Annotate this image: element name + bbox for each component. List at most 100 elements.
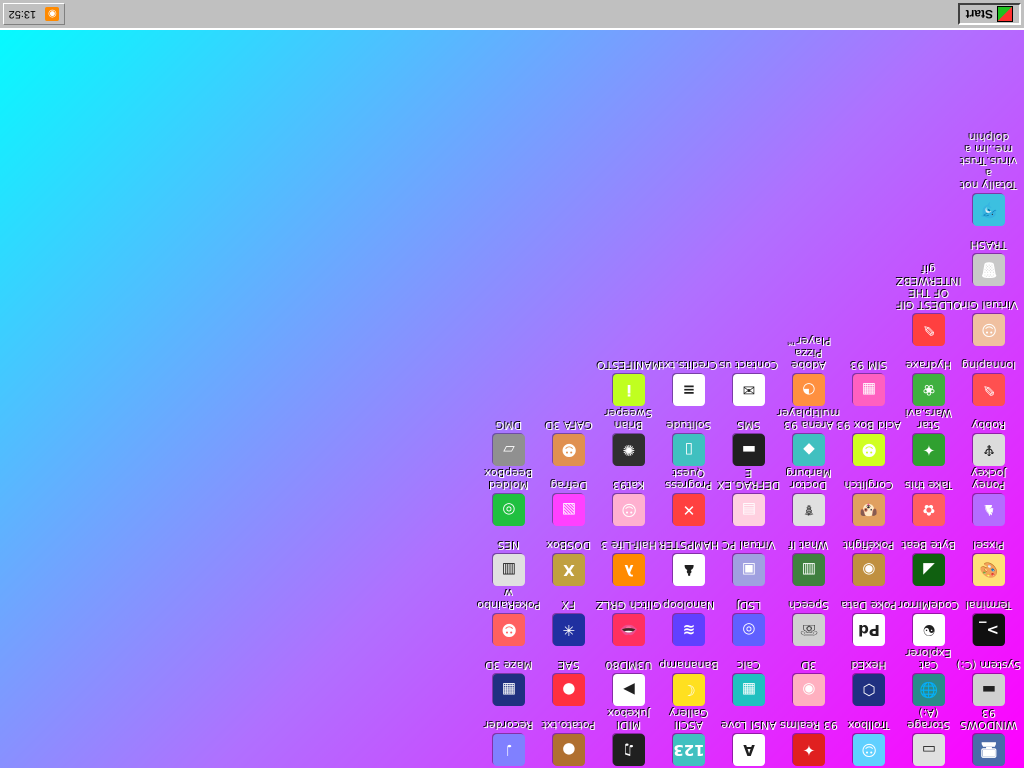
desktop-icon[interactable]: ▭ Storage (A:) <box>896 707 962 766</box>
app-icon: ▥ <box>793 554 825 586</box>
desktop-icon[interactable]: A ANSI Love <box>716 719 782 766</box>
desktop-icon[interactable]: ▧ Defrag <box>536 479 602 526</box>
app-icon: ☾ <box>673 674 705 706</box>
desktop-icon-label: Calc <box>737 659 761 672</box>
desktop-icon-label: HexEd <box>851 659 887 672</box>
desktop-icon[interactable]: ▥ NES <box>476 539 542 586</box>
desktop-icon[interactable]: ▬ System (C:) <box>956 659 1022 706</box>
desktop-icon[interactable]: ▥ What If <box>776 539 842 586</box>
app-icon: ▬ <box>973 674 1005 706</box>
desktop-icon[interactable]: ♆ Robby <box>956 419 1022 466</box>
desktop-icon[interactable]: ▤ DEFRAG.EXE <box>716 467 782 526</box>
app-icon: 🎨 <box>973 554 1005 586</box>
desktop-icon-label: Corglitch <box>844 479 894 492</box>
app-icon: ☻ <box>553 434 585 466</box>
desktop-icon[interactable]: 🖥 WINDOWS 93 <box>956 707 1022 766</box>
desktop-icon[interactable]: ● SAE <box>536 659 602 706</box>
desktop-icon-label: Kat93 <box>612 479 646 492</box>
app-icon: Pd <box>853 614 885 646</box>
app-icon: ✿ <box>913 494 945 526</box>
desktop-icon[interactable]: ✎ lonnaping <box>956 359 1022 406</box>
desktop-icon[interactable]: ◢ Byte Beat <box>896 539 962 586</box>
desktop-icon-label: Byte Beat <box>902 539 957 552</box>
desktop-icon[interactable]: ☻ Acid Box 93 <box>836 419 902 466</box>
app-icon: ▱ <box>493 434 525 466</box>
desktop-icon[interactable]: ✿ Take this <box>896 479 962 526</box>
desktop-icon[interactable]: ☺ Trollbox <box>836 719 902 766</box>
desktop-icon-label: Arena 93 multiplayer <box>777 407 841 432</box>
desktop-icon[interactable]: λ Half-Life 3 <box>596 539 662 586</box>
desktop-icon[interactable]: ♞ Poney Jockey <box>956 467 1022 526</box>
desktop-icon[interactable]: 🗑 TRASH <box>956 239 1022 286</box>
desktop-icon-label: DOSBox <box>546 539 592 552</box>
desktop-icon[interactable]: ✺ Brian Sweeper <box>596 407 662 466</box>
desktop-icon[interactable]: ◉ 3D <box>776 659 842 706</box>
desktop-icon[interactable]: ☯ CodeMirror <box>896 599 962 646</box>
desktop-icon-label: Cat Explorer <box>906 647 952 672</box>
desktop-icon[interactable]: ☾ Bananamp <box>656 659 722 706</box>
desktop-icon[interactable]: ◔ Adobe Pizza Player™ <box>776 335 842 406</box>
app-icon: ✺ <box>613 434 645 466</box>
desktop-icon[interactable]: ▯ Solitude <box>656 419 722 466</box>
desktop-icon[interactable]: ⬡ HexEd <box>836 659 902 706</box>
desktop-icon[interactable]: ▦ SIM 93 <box>836 359 902 406</box>
desktop-icon[interactable]: 🐬 Totally not a virus.Trust me..im a dolp… <box>956 131 1022 226</box>
desktop-icon[interactable]: ♫ MIDI Jukebox <box>596 707 662 766</box>
desktop-icon-label: Terminal <box>965 599 1013 612</box>
desktop-icon[interactable]: 🎨 Pixsel <box>956 539 1022 586</box>
desktop-icon[interactable]: ▬ SMS <box>716 419 782 466</box>
desktop-icon[interactable]: ☺ Virtual Girl <box>956 299 1022 346</box>
desktop-icon[interactable]: X DOSBox <box>536 539 602 586</box>
desktop-icon[interactable]: >_ Terminal <box>956 599 1022 646</box>
desktop-icon-label: Solitude <box>666 419 712 432</box>
desktop-icon[interactable]: ◎ Molded BeepBox <box>476 467 542 526</box>
desktop-icon[interactable]: ≡ Credits.txt <box>656 359 722 406</box>
desktop-icon[interactable]: ☺ Kat93 <box>596 479 662 526</box>
desktop-icon-label: Credits.txt <box>660 359 718 372</box>
desktop-icon[interactable]: ● Potato.txt <box>536 719 602 766</box>
desktop-icon-label: Nanoloop <box>662 599 716 612</box>
desktop-icon[interactable]: ♩ Recorder <box>476 719 542 766</box>
desktop-icon[interactable]: ≋ Nanoloop <box>656 599 722 646</box>
desktop-icon[interactable]: i MANIFESTO <box>596 359 662 406</box>
desktop-icon[interactable]: ▶ U3MD80 <box>596 659 662 706</box>
desktop-icon[interactable]: ✦ 93 Realms <box>776 719 842 766</box>
desktop-icon[interactable]: ☏ Speech <box>776 599 842 646</box>
desktop-icon[interactable]: ❀ Hydraxe <box>896 359 962 406</box>
desktop-icon[interactable]: 👄 Glitch GRLZ <box>596 599 662 646</box>
desktop-icon[interactable]: ✦ Star Wars.avi <box>896 407 962 466</box>
desktop-icon[interactable]: 123 ASCII Gallery <box>656 707 722 766</box>
desktop-icon[interactable]: ▦ Maze 3D <box>476 659 542 706</box>
start-button[interactable]: Start <box>957 3 1021 25</box>
desktop-icon[interactable]: ♟ HAMPSTER <box>656 539 722 586</box>
desktop-icon-label: U3MD80 <box>605 659 653 672</box>
desktop-icon-label: Virtual PC <box>722 539 776 552</box>
app-icon: ✎ <box>973 374 1005 406</box>
desktop-icon-label: Star Wars.avi <box>905 407 953 432</box>
desktop-icon[interactable]: 🌐 Cat Explorer <box>896 647 962 706</box>
desktop-icon-label: ANSI Love <box>721 719 777 732</box>
system-tray: ◉ 13:52 <box>3 3 65 25</box>
desktop-icon[interactable]: ✳ FX <box>536 599 602 646</box>
desktop-icon-label: TRASH <box>970 239 1008 252</box>
app-icon: ▤ <box>733 494 765 526</box>
desktop-icon[interactable]: ☤ Doctor Marburg <box>776 467 842 526</box>
desktop-icon[interactable]: 🐶 Corglitch <box>836 479 902 526</box>
app-icon: ▦ <box>853 374 885 406</box>
desktop-icon-label: Acid Box 93 <box>836 419 902 432</box>
desktop-icon[interactable]: ✕ Progress Quest <box>656 467 722 526</box>
desktop-icon[interactable]: ☻ GAFA 3D <box>536 419 602 466</box>
desktop: 🖥 WINDOWS 93 ▬ System (C:) >_ Terminal 🎨 Pixsel… <box>0 30 1024 768</box>
desktop-icon[interactable]: Pd Poke Data <box>836 599 902 646</box>
desktop-icon[interactable]: ☻ PokeRainbow <box>476 587 542 646</box>
rss-icon[interactable]: ◉ <box>45 7 60 21</box>
desktop-icon[interactable]: ◎ LSDJ <box>716 599 782 646</box>
desktop-icon[interactable]: ◆ Arena 93 multiplayer <box>776 407 842 466</box>
desktop-icon[interactable]: ▣ Virtual PC <box>716 539 782 586</box>
desktop-icon[interactable]: ◉ Pokéfight <box>836 539 902 586</box>
desktop-icon[interactable]: ▱ DMG <box>476 419 542 466</box>
desktop-icon[interactable]: ✎ OLDEST GIF OF THE INTERWEBZ gif <box>896 263 962 346</box>
desktop-icon[interactable]: ▦ Calc <box>716 659 782 706</box>
desktop-icon[interactable]: ✉ Contact us <box>716 359 782 406</box>
desktop-icon-label: 93 Realms <box>780 719 838 732</box>
